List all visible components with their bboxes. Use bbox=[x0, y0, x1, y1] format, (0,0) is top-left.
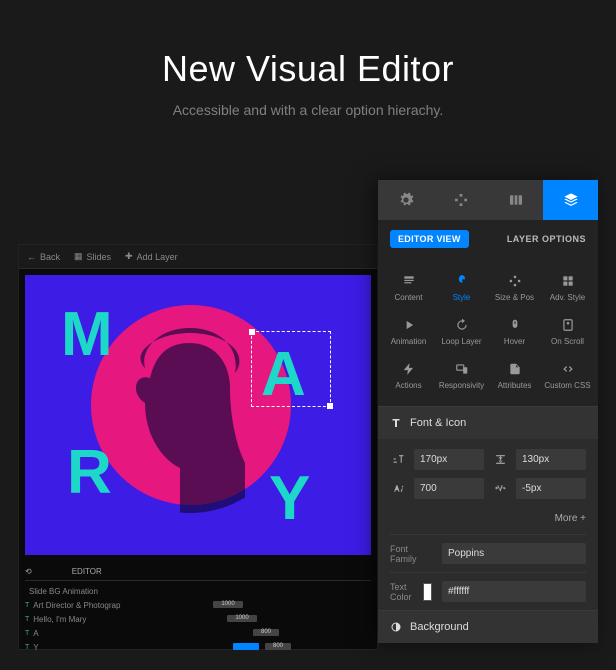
option-sizepos[interactable]: Size & Pos bbox=[488, 266, 541, 310]
layer-options-label: LAYER OPTIONS bbox=[507, 234, 586, 244]
tab-settings[interactable] bbox=[378, 180, 433, 220]
animation-icon bbox=[402, 318, 416, 332]
hero-subtitle: Accessible and with a clear option hiera… bbox=[20, 102, 596, 118]
style-icon bbox=[455, 274, 469, 288]
back-button[interactable]: ← Back bbox=[27, 252, 60, 262]
selection-box[interactable] bbox=[251, 331, 331, 407]
option-customcss[interactable]: Custom CSS bbox=[541, 354, 594, 398]
timeline-col-editor: EDITOR bbox=[72, 567, 102, 576]
font-weight-input[interactable] bbox=[414, 478, 484, 499]
actions-icon bbox=[402, 362, 416, 376]
looplayer-icon bbox=[455, 318, 469, 332]
canvas-letter-y[interactable]: Y bbox=[269, 463, 310, 534]
background-icon bbox=[390, 621, 402, 633]
option-looplayer[interactable]: Loop Layer bbox=[435, 310, 488, 354]
text-color-label: Text Color bbox=[390, 582, 413, 602]
font-weight-icon bbox=[390, 482, 406, 495]
option-animation[interactable]: Animation bbox=[382, 310, 435, 354]
more-button[interactable]: More + bbox=[378, 509, 598, 534]
letter-spacing-icon bbox=[492, 482, 508, 495]
line-height-icon bbox=[492, 453, 508, 466]
customcss-icon bbox=[561, 362, 575, 376]
responsivity-icon bbox=[455, 362, 469, 376]
editor-view-pill[interactable]: EDITOR VIEW bbox=[390, 230, 469, 248]
option-actions[interactable]: Actions bbox=[382, 354, 435, 398]
option-onscroll[interactable]: On Scroll bbox=[541, 310, 594, 354]
panel-subheader: EDITOR VIEW LAYER OPTIONS bbox=[378, 220, 598, 258]
timeline-row[interactable]: TA800 bbox=[25, 626, 371, 640]
text-icon bbox=[390, 417, 402, 429]
timeline: ⟲ EDITOR Slide BG AnimationTArt Director… bbox=[19, 561, 377, 658]
hero-title: New Visual Editor bbox=[20, 48, 596, 90]
section-background[interactable]: Background bbox=[378, 610, 598, 643]
content-icon bbox=[402, 274, 416, 288]
letter-spacing-input[interactable] bbox=[516, 478, 586, 499]
canvas-letter-m[interactable]: M bbox=[61, 299, 113, 370]
canvas[interactable]: M A R Y bbox=[25, 275, 371, 555]
option-content[interactable]: Content bbox=[382, 266, 435, 310]
sizepos-icon bbox=[508, 274, 522, 288]
text-color-input[interactable] bbox=[442, 581, 586, 602]
option-attributes[interactable]: Attributes bbox=[488, 354, 541, 398]
font-family-label: Font Family bbox=[390, 544, 432, 564]
timeline-row[interactable]: Slide BG Animation bbox=[25, 584, 371, 598]
editor-toolbar: ← Back ▦ Slides ✚ Add Layer bbox=[19, 245, 377, 269]
line-height-input[interactable] bbox=[516, 449, 586, 470]
hover-icon bbox=[508, 318, 522, 332]
advstyle-icon bbox=[561, 274, 575, 288]
attributes-icon bbox=[508, 362, 522, 376]
slides-button[interactable]: ▦ Slides bbox=[74, 251, 111, 262]
options-panel: EDITOR VIEW LAYER OPTIONS ContentStyleSi… bbox=[378, 180, 598, 643]
tab-slide[interactable] bbox=[488, 180, 543, 220]
font-family-select[interactable] bbox=[442, 543, 586, 564]
editor-window: ← Back ▦ Slides ✚ Add Layer M A R Y ⟲ ED… bbox=[18, 244, 378, 650]
option-advstyle[interactable]: Adv. Style bbox=[541, 266, 594, 310]
option-hover[interactable]: Hover bbox=[488, 310, 541, 354]
option-style[interactable]: Style bbox=[435, 266, 488, 310]
font-form bbox=[378, 439, 598, 509]
tab-layers[interactable] bbox=[543, 180, 598, 220]
timeline-row[interactable]: TArt Director & Photograp1000 bbox=[25, 598, 371, 612]
add-layer-button[interactable]: ✚ Add Layer bbox=[125, 251, 178, 262]
panel-tabs bbox=[378, 180, 598, 220]
timeline-row[interactable]: TY800 bbox=[25, 640, 371, 654]
font-size-icon bbox=[390, 453, 406, 466]
option-grid: ContentStyleSize & PosAdv. Style Animatio… bbox=[378, 258, 598, 406]
section-font-icon[interactable]: Font & Icon bbox=[378, 406, 598, 439]
tab-navigation[interactable] bbox=[433, 180, 488, 220]
text-color-swatch[interactable] bbox=[423, 583, 432, 601]
canvas-letter-r[interactable]: R bbox=[67, 437, 112, 508]
font-size-input[interactable] bbox=[414, 449, 484, 470]
option-responsivity[interactable]: Responsivity bbox=[435, 354, 488, 398]
timeline-row[interactable]: THello, I'm Mary1000 bbox=[25, 612, 371, 626]
onscroll-icon bbox=[561, 318, 575, 332]
